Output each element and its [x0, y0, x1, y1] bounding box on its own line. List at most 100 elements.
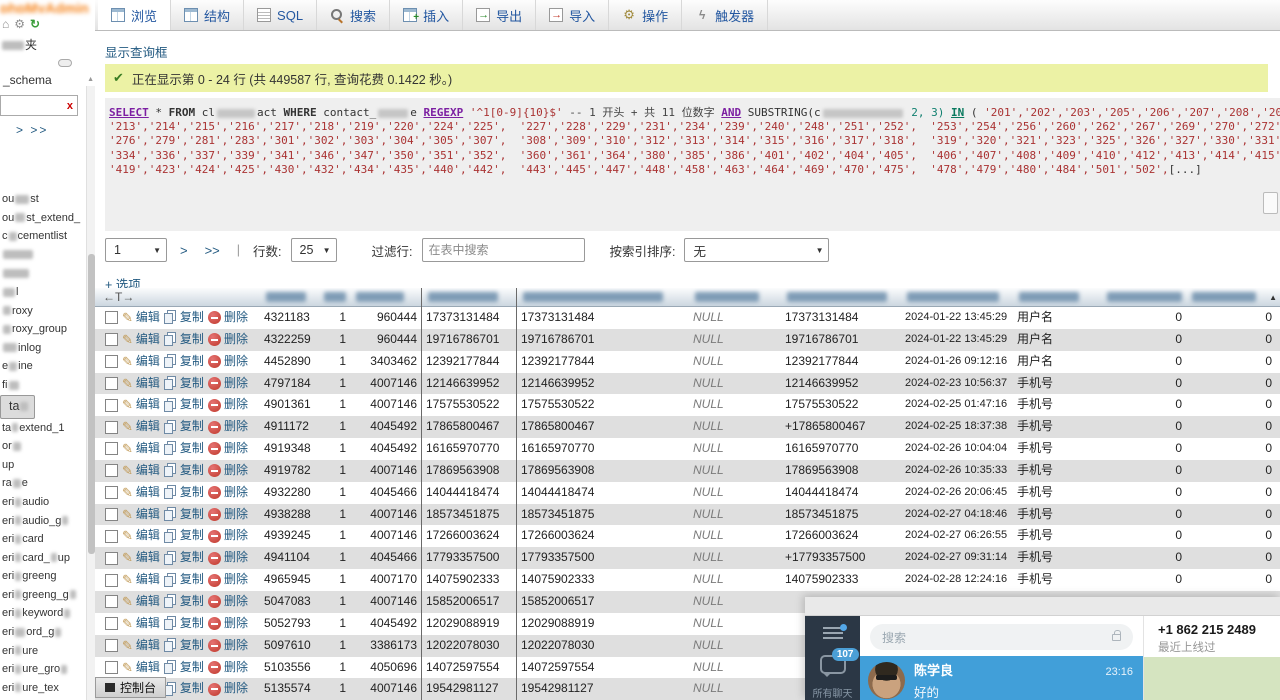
sidebar-table-item[interactable]: eriaudio: [0, 493, 84, 512]
copy-link[interactable]: 复制: [164, 438, 204, 460]
tab-structure[interactable]: 结构: [171, 0, 244, 30]
column-header[interactable]: [517, 288, 689, 307]
row-checkbox[interactable]: [105, 442, 118, 455]
sidebar-table-item[interactable]: inlog: [0, 339, 84, 358]
sidebar-table-item[interactable]: [0, 264, 84, 283]
next-page-button[interactable]: >: [176, 243, 192, 258]
edit-link[interactable]: ✎编辑: [122, 525, 160, 547]
row-checkbox[interactable]: [105, 311, 118, 324]
edit-link[interactable]: ✎编辑: [122, 373, 160, 395]
column-header[interactable]: [422, 288, 517, 307]
row-checkbox[interactable]: [105, 464, 118, 477]
delete-link[interactable]: 删除: [208, 525, 248, 547]
tab-insert[interactable]: 插入: [390, 0, 463, 30]
edit-link[interactable]: ✎编辑: [122, 635, 160, 657]
transpose-control[interactable]: ←T→: [95, 290, 260, 304]
sidebar-table-item[interactable]: taextend_1: [0, 419, 84, 438]
console-button[interactable]: 控制台: [95, 677, 166, 698]
refresh-icon[interactable]: ↻: [30, 17, 40, 31]
conversation-header[interactable]: +1 862 215 2489 最近上线过: [1144, 616, 1280, 657]
tab-operations[interactable]: 操作: [609, 0, 682, 30]
tab-triggers[interactable]: 触发器: [682, 0, 768, 30]
gear-icon[interactable]: ⚙: [14, 17, 25, 31]
copy-link[interactable]: 复制: [164, 416, 204, 438]
column-header[interactable]: [1186, 288, 1276, 307]
sidebar-table-item[interactable]: eriord_g: [0, 623, 84, 642]
sidebar-table-item[interactable]: erigreeng: [0, 567, 84, 586]
edit-link[interactable]: ✎编辑: [122, 351, 160, 373]
sidebar-table-item[interactable]: ta: [0, 395, 35, 419]
page-select[interactable]: 1▼: [105, 238, 167, 262]
tab-export[interactable]: 导出: [463, 0, 536, 30]
copy-link[interactable]: 复制: [164, 635, 204, 657]
scroll-up-arrow[interactable]: ▲: [87, 76, 94, 83]
row-checkbox[interactable]: [105, 595, 118, 608]
edit-link[interactable]: ✎编辑: [122, 307, 160, 329]
delete-link[interactable]: 删除: [208, 657, 248, 679]
show-query-box-link[interactable]: 显示查询框: [105, 42, 168, 61]
delete-link[interactable]: 删除: [208, 307, 248, 329]
sidebar-table-item[interactable]: oust_extend_: [0, 209, 84, 228]
tab-search[interactable]: 搜索: [317, 0, 390, 30]
sidebar-table-item[interactable]: rae: [0, 474, 84, 493]
scrollbar-thumb[interactable]: [1263, 192, 1278, 214]
delete-link[interactable]: 删除: [208, 373, 248, 395]
sidebar-table-item[interactable]: erigreeng_g: [0, 586, 84, 605]
nav-pagination[interactable]: > >>: [0, 116, 95, 137]
copy-link[interactable]: 复制: [164, 373, 204, 395]
copy-link[interactable]: 复制: [164, 613, 204, 635]
edit-link[interactable]: ✎编辑: [122, 482, 160, 504]
sort-select[interactable]: 无▼: [684, 238, 829, 262]
edit-link[interactable]: ✎编辑: [122, 613, 160, 635]
column-header[interactable]: [901, 288, 1013, 307]
sort-arrow-icon[interactable]: ▲: [1269, 293, 1277, 302]
copy-link[interactable]: 复制: [164, 657, 204, 679]
delete-link[interactable]: 删除: [208, 351, 248, 373]
row-checkbox[interactable]: [105, 661, 118, 674]
sidebar-table-item[interactable]: eriure_tex: [0, 679, 84, 698]
copy-link[interactable]: 复制: [164, 460, 204, 482]
edit-link[interactable]: ✎编辑: [122, 438, 160, 460]
delete-link[interactable]: 删除: [208, 504, 248, 526]
row-checkbox[interactable]: [105, 333, 118, 346]
all-chats-button[interactable]: 107: [820, 655, 846, 674]
delete-link[interactable]: 删除: [208, 329, 248, 351]
edit-link[interactable]: ✎编辑: [122, 569, 160, 591]
sidebar-table-item[interactable]: eriaudio_g: [0, 512, 84, 531]
menu-button[interactable]: [823, 627, 843, 639]
copy-link[interactable]: 复制: [164, 394, 204, 416]
chat-search-input[interactable]: 搜索: [870, 624, 1133, 650]
copy-link[interactable]: 复制: [164, 547, 204, 569]
edit-link[interactable]: ✎编辑: [122, 416, 160, 438]
edit-link[interactable]: ✎编辑: [122, 460, 160, 482]
table-filter-box[interactable]: x: [0, 95, 78, 116]
copy-link[interactable]: 复制: [164, 569, 204, 591]
tab-import[interactable]: 导入: [536, 0, 609, 30]
sidebar-table-item[interactable]: eriure_gro: [0, 660, 84, 679]
delete-link[interactable]: 删除: [208, 482, 248, 504]
row-checkbox[interactable]: [105, 617, 118, 630]
delete-link[interactable]: 删除: [208, 460, 248, 482]
edit-link[interactable]: ✎编辑: [122, 504, 160, 526]
column-header[interactable]: [1013, 288, 1101, 307]
delete-link[interactable]: 删除: [208, 394, 248, 416]
copy-link[interactable]: 复制: [164, 307, 204, 329]
delete-link[interactable]: 删除: [208, 635, 248, 657]
delete-link[interactable]: 删除: [208, 613, 248, 635]
row-checkbox[interactable]: [105, 421, 118, 434]
sidebar-table-item[interactable]: ericard_up: [0, 549, 84, 568]
database-name[interactable]: _schema: [0, 67, 95, 87]
sidebar-table-item[interactable]: ccementlist: [0, 227, 84, 246]
copy-link[interactable]: 复制: [164, 525, 204, 547]
delete-link[interactable]: 删除: [208, 547, 248, 569]
clear-filter-icon[interactable]: x: [67, 100, 77, 112]
edit-link[interactable]: ✎编辑: [122, 657, 160, 679]
delete-link[interactable]: 删除: [208, 591, 248, 613]
delete-link[interactable]: 删除: [208, 678, 248, 700]
home-icon[interactable]: ⌂: [2, 17, 9, 31]
column-header[interactable]: [781, 288, 901, 307]
edit-link[interactable]: ✎编辑: [122, 394, 160, 416]
nav-scrollbar-thumb[interactable]: [88, 254, 95, 554]
edit-link[interactable]: ✎编辑: [122, 547, 160, 569]
row-checkbox[interactable]: [105, 486, 118, 499]
